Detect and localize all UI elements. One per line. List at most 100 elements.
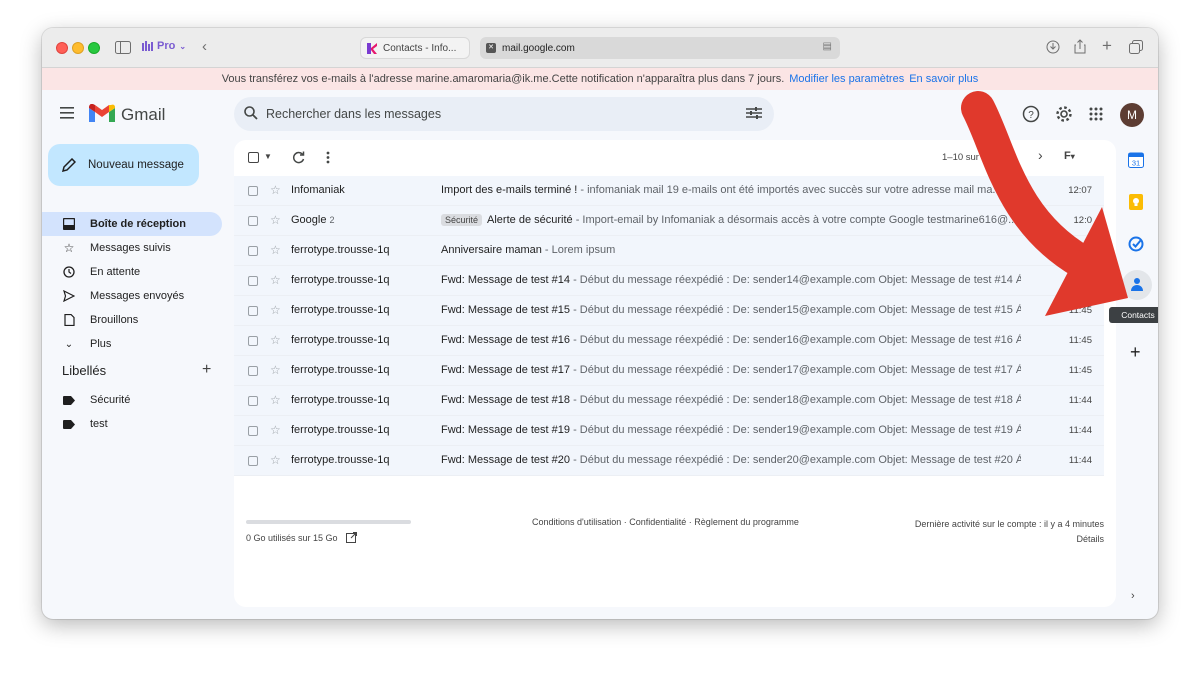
nav-item[interactable]: Brouillons [42, 308, 222, 332]
email-row[interactable]: ☆ ferrotype.trousse-1q Fwd: Message de tes… [234, 416, 1104, 446]
download-icon[interactable] [1046, 40, 1060, 54]
storage-info: 0 Go utilisés sur 15 Go [246, 532, 357, 543]
account-avatar[interactable]: M [1120, 103, 1144, 127]
zoom-window-button[interactable] [88, 42, 100, 54]
nav-item[interactable]: Messages envoyés [42, 284, 222, 308]
nav-item-label: Boîte de réception [90, 218, 186, 230]
new-tab-icon[interactable]: + [1102, 37, 1112, 54]
row-checkbox[interactable] [248, 276, 258, 286]
show-side-panel-icon[interactable]: › [1131, 590, 1135, 602]
next-page-icon[interactable]: › [1038, 147, 1043, 163]
email-subject: Fwd: Message de test #15 [441, 304, 571, 316]
help-icon[interactable]: ? [1022, 105, 1040, 123]
email-row[interactable]: ☆ ferrotype.trousse-1q Fwd: Message de tes… [234, 386, 1104, 416]
star-icon[interactable]: ☆ [270, 183, 281, 197]
compose-button[interactable]: Nouveau message [48, 144, 199, 186]
keep-icon[interactable] [1128, 194, 1144, 210]
search-bar[interactable]: Rechercher dans les messages [234, 97, 774, 131]
label-item[interactable]: test [42, 412, 222, 436]
chevron-down-icon: ⌄ [179, 41, 187, 51]
refresh-icon[interactable] [292, 151, 305, 164]
settings-gear-icon[interactable] [1055, 105, 1073, 123]
row-checkbox[interactable] [248, 306, 258, 316]
row-checkbox[interactable] [248, 186, 258, 196]
apps-grid-icon[interactable] [1089, 107, 1103, 121]
email-row[interactable]: ☆ Google 2 Sécurité Alerte de sécurité - Imp… [234, 206, 1104, 236]
row-checkbox[interactable] [248, 426, 258, 436]
previous-page-icon[interactable]: ‹ [1008, 147, 1013, 163]
star-icon[interactable]: ☆ [270, 333, 281, 347]
email-row[interactable]: ☆ ferrotype.trousse-1q Fwd: Message de tes… [234, 266, 1104, 296]
nav-item[interactable]: ☆ Messages suivis [42, 236, 222, 260]
sender-name: Infomaniak [291, 184, 345, 196]
input-tools-icon[interactable]: F▾ [1064, 150, 1075, 162]
select-dropdown-icon[interactable]: ▼ [264, 152, 272, 161]
browser-window: Pro ⌄ ‹ Contacts - Info... ✕ mail.google… [42, 28, 1158, 619]
select-all-checkbox[interactable] [248, 152, 259, 163]
email-sender: ferrotype.trousse-1q [291, 424, 389, 436]
storage-bar [246, 520, 411, 524]
email-snippet: - Import-email by Infomaniak a désormais… [572, 214, 1018, 226]
add-label-icon[interactable]: + [202, 361, 211, 379]
calendar-icon[interactable]: 31 [1128, 152, 1144, 168]
back-icon[interactable]: ‹ [202, 39, 207, 55]
row-checkbox[interactable] [248, 216, 258, 226]
email-row[interactable]: ☆ ferrotype.trousse-1q Fwd: Message de tes… [234, 446, 1104, 476]
contacts-icon [1131, 278, 1143, 291]
search-options-icon[interactable] [746, 106, 762, 120]
profile-button[interactable]: Pro ⌄ [142, 40, 186, 52]
search-icon[interactable] [244, 106, 258, 120]
external-link-icon[interactable] [345, 532, 357, 543]
reader-icon[interactable]: ▤ [823, 41, 832, 52]
email-row[interactable]: ☆ ferrotype.trousse-1q Fwd: Message de tes… [234, 356, 1104, 386]
tab-contacts[interactable]: Contacts - Info... [360, 37, 470, 59]
main-menu-icon[interactable] [60, 107, 74, 119]
learn-more-link[interactable]: En savoir plus [909, 73, 978, 85]
share-icon[interactable] [1074, 39, 1086, 54]
sidebar-toggle-icon[interactable] [115, 41, 131, 54]
nav-item[interactable]: ⌄ Plus [42, 332, 222, 356]
minimize-window-button[interactable] [72, 42, 84, 54]
email-subject: Fwd: Message de test #20 [441, 454, 571, 466]
sender-name: ferrotype.trousse-1q [291, 304, 390, 316]
email-row[interactable]: ☆ Infomaniak Import des e-mails terminé ! … [234, 176, 1104, 206]
modify-settings-link[interactable]: Modifier les paramètres [789, 73, 904, 85]
email-snippet: - Début du message réexpédié : De: sende… [570, 424, 1021, 436]
star-icon[interactable]: ☆ [270, 273, 281, 287]
row-checkbox[interactable] [248, 396, 258, 406]
email-time: 12:0 [1073, 215, 1093, 226]
more-options-icon[interactable] [326, 151, 330, 164]
nav-item[interactable]: Boîte de réception [42, 212, 222, 236]
details-link[interactable]: Détails [915, 532, 1104, 547]
svg-text:31: 31 [1132, 159, 1140, 168]
star-icon[interactable]: ☆ [270, 393, 281, 407]
nav-item-label: Messages envoyés [90, 290, 185, 302]
address-bar[interactable]: ✕ mail.google.com ▤ [480, 37, 840, 59]
tab-overview-icon[interactable] [1129, 40, 1143, 54]
row-checkbox[interactable] [248, 366, 258, 376]
star-icon[interactable]: ☆ [270, 243, 281, 257]
email-row[interactable]: ☆ ferrotype.trousse-1q Fwd: Message de tes… [234, 326, 1104, 356]
row-checkbox[interactable] [248, 456, 258, 466]
close-window-button[interactable] [56, 42, 68, 54]
email-time: 11:44 [1068, 425, 1092, 436]
tasks-icon[interactable] [1128, 236, 1144, 252]
search-input[interactable]: Rechercher dans les messages [266, 107, 441, 121]
add-addon-icon[interactable]: + [1130, 342, 1141, 363]
star-icon[interactable]: ☆ [270, 363, 281, 377]
star-icon[interactable]: ☆ [270, 423, 281, 437]
star-icon[interactable]: ☆ [270, 303, 281, 317]
star-icon[interactable]: ☆ [270, 213, 281, 227]
email-row[interactable]: ☆ ferrotype.trousse-1q Anniversaire maman … [234, 236, 1104, 266]
row-checkbox[interactable] [248, 246, 258, 256]
star-icon[interactable]: ☆ [270, 453, 281, 467]
footer-links[interactable]: Conditions d'utilisation · Confidentiali… [532, 517, 799, 527]
nav-item[interactable]: En attente [42, 260, 222, 284]
email-content: Anniversaire maman - Lorem ipsum [441, 244, 1021, 256]
contacts-tooltip: Contacts [1109, 307, 1158, 323]
label-item[interactable]: Sécurité [42, 388, 222, 412]
gmail-logo-icon[interactable] [89, 104, 115, 124]
row-checkbox[interactable] [248, 336, 258, 346]
email-row[interactable]: ☆ ferrotype.trousse-1q Fwd: Message de tes… [234, 296, 1104, 326]
contacts-button[interactable] [1122, 270, 1152, 300]
